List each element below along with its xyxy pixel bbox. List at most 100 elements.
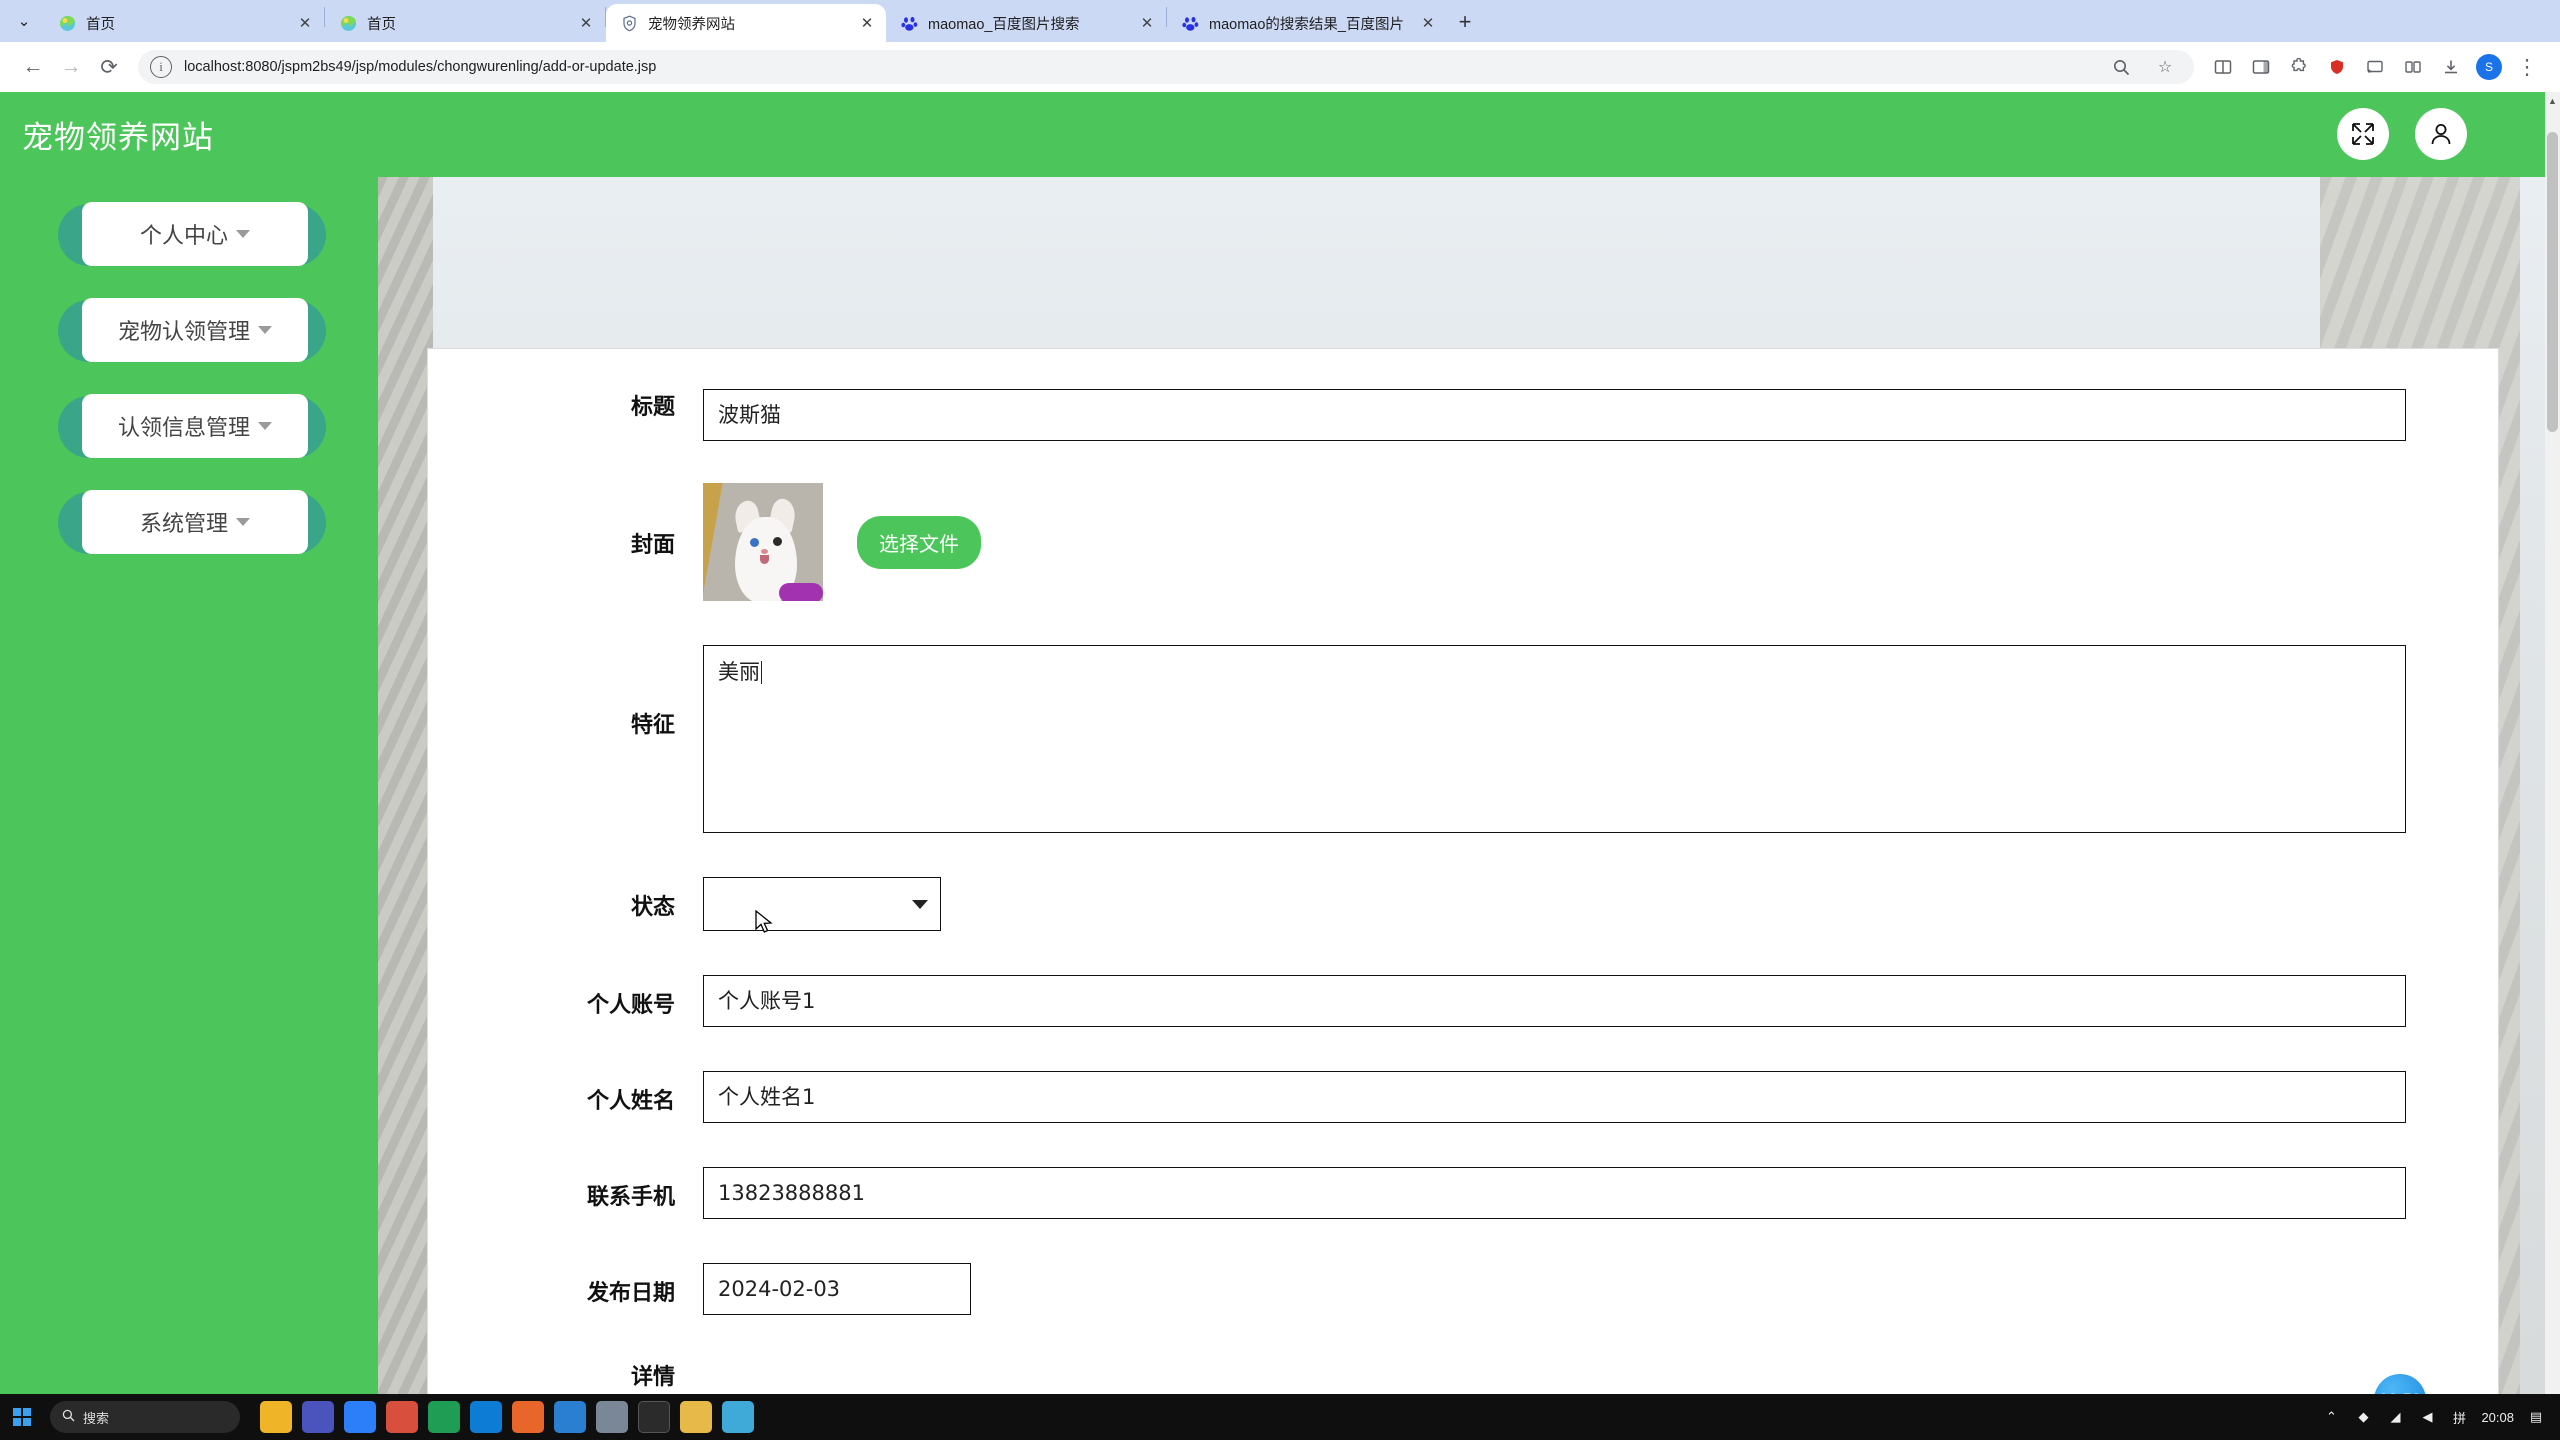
media-icon[interactable] — [596, 1401, 628, 1433]
status-select[interactable] — [703, 877, 941, 931]
form-row-cover: 封面 选择文件 — [428, 483, 2498, 601]
network-icon[interactable]: ◢ — [2385, 1407, 2405, 1427]
scroll-up-icon[interactable]: ▲ — [2545, 92, 2560, 109]
profile-avatar[interactable]: S — [2470, 48, 2508, 86]
shield-tray-icon[interactable]: ◆ — [2353, 1407, 2373, 1427]
show-hidden-icon[interactable]: ⌃ — [2321, 1407, 2341, 1427]
choose-file-button[interactable]: 选择文件 — [857, 515, 981, 569]
cover-control: 选择文件 — [703, 483, 2498, 601]
page-scrollbar[interactable]: ▲ ▼ — [2545, 92, 2560, 1440]
close-icon[interactable]: ✕ — [1417, 12, 1439, 34]
shield-extension-icon[interactable] — [2318, 48, 2356, 86]
name-input[interactable]: 个人姓名1 — [703, 1071, 2406, 1123]
scrollbar-thumb[interactable] — [2547, 132, 2558, 432]
account-input[interactable]: 个人账号1 — [703, 975, 2406, 1027]
sidebar-icon[interactable] — [2242, 48, 2280, 86]
tab-group-icon[interactable] — [2394, 48, 2432, 86]
close-icon[interactable]: ✕ — [1136, 12, 1158, 34]
browser-tab-5[interactable]: maomao的搜索结果_百度图片 ✕ — [1167, 4, 1447, 42]
page-title: 宠物领养网站 — [22, 120, 214, 156]
feature-control: 美丽 — [703, 645, 2498, 833]
mail-icon[interactable] — [386, 1401, 418, 1433]
tab-title: maomao的搜索结果_百度图片 — [1209, 16, 1404, 33]
browser-tab-2[interactable]: 首页 ✕ — [325, 4, 605, 42]
split-screen-icon[interactable] — [2204, 48, 2242, 86]
page-viewport: 宠物领养网站 个人中心 宠物认领管理 认领信息管理 系统管理 标题 波斯猫 封面… — [0, 92, 2560, 1440]
notes-icon[interactable] — [722, 1401, 754, 1433]
title-input[interactable]: 波斯猫 — [703, 389, 2406, 441]
feature-textarea[interactable]: 美丽 — [703, 645, 2406, 833]
close-icon[interactable]: ✕ — [294, 12, 316, 34]
baidu-paw-icon — [900, 14, 918, 32]
user-account-icon[interactable] — [2415, 108, 2467, 160]
taskbar-clock[interactable]: 20:08 — [2481, 1410, 2514, 1425]
detail-label: 详情 — [630, 1365, 675, 1390]
firefox-icon[interactable] — [512, 1401, 544, 1433]
close-icon[interactable]: ✕ — [856, 12, 878, 34]
browser-tab-4[interactable]: maomao_百度图片搜索 ✕ — [886, 4, 1166, 42]
purple-toy — [779, 583, 823, 601]
ime-indicator[interactable]: 拼 — [2449, 1407, 2469, 1427]
browser-tab-3-active[interactable]: 宠物领养网站 ✕ — [606, 4, 886, 42]
profile-initial: S — [2476, 54, 2502, 80]
form-row-feature: 特征 美丽 — [428, 645, 2498, 833]
browser-tab-1[interactable]: 首页 ✕ — [44, 4, 324, 42]
chrome-icon[interactable] — [428, 1401, 460, 1433]
new-tab-button[interactable]: + — [1447, 4, 1483, 40]
cover-label: 封面 — [630, 533, 675, 558]
form-row-account: 个人账号 个人账号1 — [428, 975, 2498, 1027]
form-row-detail: 详情 — [428, 1359, 2498, 1391]
tab-title: 首页 — [367, 16, 396, 33]
tab-search-button[interactable]: ⌄ — [4, 1, 44, 41]
extension-puzzle-icon[interactable] — [2280, 48, 2318, 86]
back-icon[interactable]: ← — [14, 48, 52, 86]
cover-thumbnail[interactable] — [703, 483, 823, 601]
teams-icon[interactable] — [302, 1401, 334, 1433]
edge-icon[interactable] — [470, 1401, 502, 1433]
notification-icon[interactable]: ▤ — [2526, 1407, 2546, 1427]
reload-icon[interactable]: ⟳ — [90, 48, 128, 86]
start-button[interactable] — [0, 1394, 44, 1440]
tab-title: 首页 — [86, 16, 115, 33]
system-tray: ⌃ ◆ ◢ ◀ 拼 20:08 ▤ — [2321, 1407, 2560, 1427]
sidebar-item-system-management[interactable]: 系统管理 — [58, 490, 326, 554]
volume-icon[interactable]: ◀ — [2417, 1407, 2437, 1427]
store-icon[interactable] — [344, 1401, 376, 1433]
background-texture-left — [378, 177, 433, 1440]
vscode-icon[interactable] — [554, 1401, 586, 1433]
file-explorer-icon[interactable] — [260, 1401, 292, 1433]
date-input[interactable]: 2024-02-03 — [703, 1263, 971, 1315]
bookmark-star-icon[interactable]: ☆ — [2152, 54, 2178, 80]
info-icon[interactable]: i — [150, 56, 172, 78]
name-label: 个人姓名 — [586, 1089, 675, 1114]
tab-title: 宠物领养网站 — [648, 16, 735, 33]
menu-plate: 认领信息管理 — [82, 394, 308, 458]
phone-input[interactable]: 13823888881 — [703, 1167, 2406, 1219]
chevron-down-icon — [258, 422, 272, 430]
folder-icon[interactable] — [680, 1401, 712, 1433]
forward-icon[interactable]: → — [52, 48, 90, 86]
sidebar-item-pet-adoption-management[interactable]: 宠物认领管理 — [58, 298, 326, 362]
fullscreen-icon[interactable] — [2337, 108, 2389, 160]
menu-plate: 系统管理 — [82, 490, 308, 554]
address-bar[interactable]: i localhost:8080/jspm2bs49/jsp/modules/c… — [138, 50, 2194, 84]
sidebar-item-label: 系统管理 — [139, 512, 228, 537]
close-icon[interactable]: ✕ — [575, 12, 597, 34]
text-cursor — [761, 661, 762, 684]
date-label: 发布日期 — [586, 1281, 675, 1306]
sidebar-item-adoption-info-management[interactable]: 认领信息管理 — [58, 394, 326, 458]
sidebar-item-personal-center[interactable]: 个人中心 — [58, 202, 326, 266]
cast-icon[interactable] — [2356, 48, 2394, 86]
more-menu-icon[interactable]: ⋮ — [2508, 48, 2546, 86]
account-label: 个人账号 — [586, 993, 675, 1018]
download-icon[interactable] — [2432, 48, 2470, 86]
terminal-icon[interactable] — [638, 1401, 670, 1433]
windows-logo-icon — [13, 1408, 31, 1426]
zoom-icon[interactable] — [2108, 54, 2134, 80]
taskbar-search[interactable]: 搜索 — [50, 1401, 240, 1433]
baidu-paw-icon — [1181, 14, 1199, 32]
form-row-status: 状态 — [428, 877, 2498, 931]
tab-strip: ⌄ 首页 ✕ 首页 ✕ 宠物领养网站 ✕ maomao_百度图片搜索 ✕ mao… — [0, 0, 2560, 42]
form-row-date: 发布日期 2024-02-03 — [428, 1263, 2498, 1315]
name-control: 个人姓名1 — [703, 1071, 2498, 1123]
